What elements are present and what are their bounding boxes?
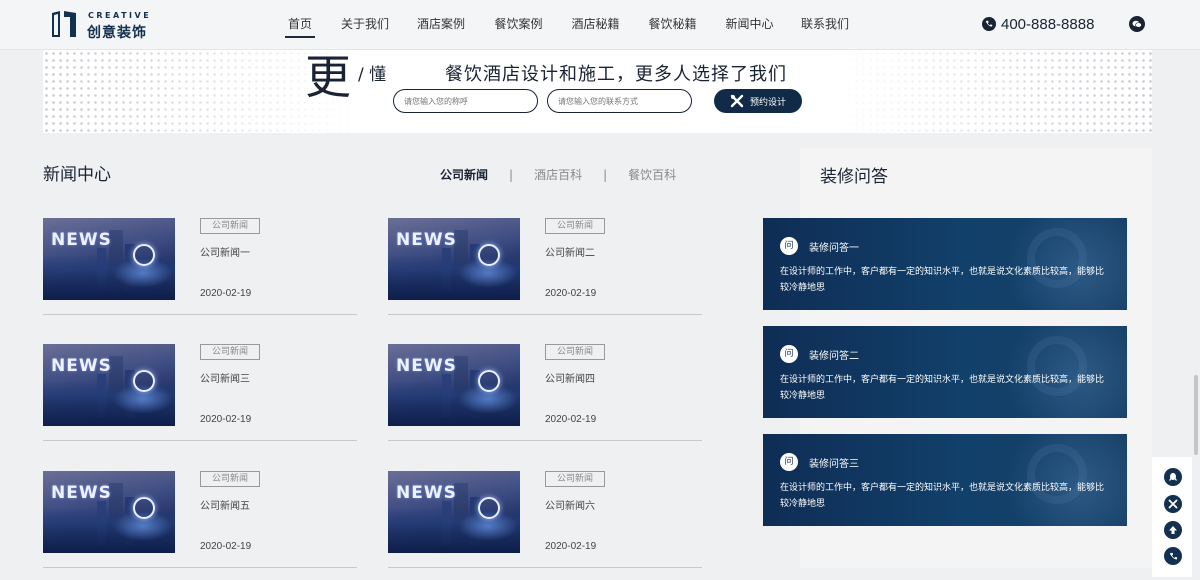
banner-pattern-right bbox=[832, 50, 1152, 133]
banner-big-character: 更 bbox=[305, 50, 351, 104]
news-thumbnail[interactable]: NEWS bbox=[388, 218, 520, 300]
nav-item-hotel-tips[interactable]: 酒店秘籍 bbox=[557, 0, 634, 50]
name-input[interactable] bbox=[393, 89, 538, 113]
news-title[interactable]: 公司新闻二 bbox=[545, 244, 595, 259]
logo-chinese-text: 创意装饰 bbox=[87, 25, 147, 41]
contact-input[interactable] bbox=[547, 89, 692, 113]
tab-separator: | bbox=[603, 167, 608, 182]
book-design-label: 预约设计 bbox=[749, 97, 786, 108]
tab-dining-wiki[interactable]: 餐饮百科 bbox=[628, 166, 676, 183]
news-item[interactable]: NEWS 公司新闻 公司新闻四 2020-02-19 bbox=[388, 344, 702, 441]
phone-icon[interactable] bbox=[1164, 547, 1182, 565]
news-item[interactable]: NEWS 公司新闻 公司新闻二 2020-02-19 bbox=[388, 218, 702, 315]
news-date: 2020-02-19 bbox=[545, 414, 597, 425]
thumbnail-text: NEWS bbox=[51, 230, 112, 250]
news-thumbnail[interactable]: NEWS bbox=[43, 471, 175, 553]
news-category-badge: 公司新闻 bbox=[545, 344, 605, 360]
question-badge: 问 bbox=[780, 345, 798, 363]
tab-company-news[interactable]: 公司新闻 bbox=[440, 166, 488, 183]
nav-item-dining-cases[interactable]: 餐饮案例 bbox=[480, 0, 557, 50]
question-badge: 问 bbox=[780, 453, 798, 471]
logo-mark-icon bbox=[52, 11, 76, 37]
page-scrollbar[interactable] bbox=[1194, 375, 1198, 455]
tools-icon[interactable] bbox=[1164, 495, 1182, 513]
news-category-badge: 公司新闻 bbox=[545, 218, 605, 234]
faq-card[interactable]: 问 装修问答一 在设计师的工作中，客户都有一定的知识水平，也就是说文化素质比较高… bbox=[763, 218, 1127, 310]
news-title[interactable]: 公司新闻六 bbox=[545, 497, 595, 512]
news-category-badge: 公司新闻 bbox=[545, 471, 605, 487]
faq-card[interactable]: 问 装修问答二 在设计师的工作中，客户都有一定的知识水平，也就是说文化素质比较高… bbox=[763, 326, 1127, 418]
nav-item-contact[interactable]: 联系我们 bbox=[788, 0, 862, 50]
news-thumbnail[interactable]: NEWS bbox=[388, 471, 520, 553]
news-title[interactable]: 公司新闻三 bbox=[200, 370, 250, 385]
nav-item-hotel-cases[interactable]: 酒店案例 bbox=[402, 0, 480, 50]
faq-section-title: 装修问答 bbox=[820, 167, 888, 187]
news-date: 2020-02-19 bbox=[545, 541, 597, 552]
back-to-top-icon[interactable] bbox=[1164, 521, 1182, 539]
qq-icon[interactable] bbox=[1164, 468, 1182, 486]
news-title[interactable]: 公司新闻五 bbox=[200, 497, 250, 512]
news-section-title: 新闻中心 bbox=[43, 165, 111, 185]
consultation-banner: 更 / 懂 餐饮酒店设计和施工，更多人选择了我们 预约设计 bbox=[43, 50, 1152, 133]
faq-card[interactable]: 问 装修问答三 在设计师的工作中，客户都有一定的知识水平，也就是说文化素质比较高… bbox=[763, 434, 1127, 526]
nav-item-home[interactable]: 首页 bbox=[272, 0, 328, 50]
question-badge: 问 bbox=[780, 237, 798, 255]
news-date: 2020-02-19 bbox=[200, 414, 252, 425]
faq-answer: 在设计师的工作中，客户都有一定的知识水平，也就是说文化素质比较高，能够比较冷静地… bbox=[780, 375, 1105, 401]
news-item[interactable]: NEWS 公司新闻 公司新闻一 2020-02-19 bbox=[43, 218, 357, 315]
news-date: 2020-02-19 bbox=[200, 288, 252, 299]
floating-toolbar bbox=[1152, 457, 1192, 577]
thumbnail-text: NEWS bbox=[396, 230, 457, 250]
news-category-badge: 公司新闻 bbox=[200, 218, 260, 234]
news-category-badge: 公司新闻 bbox=[200, 344, 260, 360]
tab-hotel-wiki[interactable]: 酒店百科 bbox=[534, 166, 582, 183]
news-ring-icon bbox=[133, 244, 155, 266]
wechat-icon[interactable] bbox=[1129, 16, 1145, 32]
news-item[interactable]: NEWS 公司新闻 公司新闻五 2020-02-19 bbox=[43, 471, 357, 568]
news-ring-icon bbox=[133, 497, 155, 519]
tools-icon bbox=[730, 94, 744, 108]
faq-panel: 装修问答 问 装修问答一 在设计师的工作中，客户都有一定的知识水平，也就是说文化… bbox=[763, 148, 1152, 568]
faq-question[interactable]: 装修问答二 bbox=[809, 347, 859, 362]
nav-item-about[interactable]: 关于我们 bbox=[328, 0, 402, 50]
hotline-number: 400-888-8888 bbox=[1001, 15, 1095, 33]
news-ring-icon bbox=[478, 244, 500, 266]
news-item[interactable]: NEWS 公司新闻 公司新闻六 2020-02-19 bbox=[388, 471, 702, 568]
nav-item-dining-tips[interactable]: 餐饮秘籍 bbox=[634, 0, 711, 50]
logo-english-text: CREATIVE bbox=[88, 11, 152, 20]
news-thumbnail[interactable]: NEWS bbox=[43, 218, 175, 300]
news-ring-icon bbox=[478, 497, 500, 519]
news-ring-icon bbox=[133, 370, 155, 392]
main-nav: 首页 关于我们 酒店案例 餐饮案例 酒店秘籍 餐饮秘籍 新闻中心 联系我们 bbox=[272, 0, 862, 50]
news-ring-icon bbox=[478, 370, 500, 392]
news-date: 2020-02-19 bbox=[545, 288, 597, 299]
thumbnail-text: NEWS bbox=[396, 356, 457, 376]
hotline[interactable]: 400-888-8888 bbox=[982, 13, 1094, 35]
news-title[interactable]: 公司新闻四 bbox=[545, 370, 595, 385]
nav-item-news[interactable]: 新闻中心 bbox=[711, 0, 788, 50]
thumbnail-text: NEWS bbox=[51, 483, 112, 503]
faq-question[interactable]: 装修问答三 bbox=[809, 455, 859, 470]
news-thumbnail[interactable]: NEWS bbox=[43, 344, 175, 426]
news-title[interactable]: 公司新闻一 bbox=[200, 244, 250, 259]
site-logo[interactable]: CREATIVE 创意装饰 bbox=[50, 9, 170, 41]
thumbnail-text: NEWS bbox=[51, 356, 112, 376]
faq-answer: 在设计师的工作中，客户都有一定的知识水平，也就是说文化素质比较高，能够比较冷静地… bbox=[780, 267, 1105, 293]
site-header: CREATIVE 创意装饰 首页 关于我们 酒店案例 餐饮案例 酒店秘籍 餐饮秘… bbox=[0, 0, 1200, 50]
news-category-badge: 公司新闻 bbox=[200, 471, 260, 487]
news-item[interactable]: NEWS 公司新闻 公司新闻三 2020-02-19 bbox=[43, 344, 357, 441]
tab-separator: | bbox=[509, 167, 514, 182]
book-design-button[interactable]: 预约设计 bbox=[714, 89, 802, 113]
faq-answer: 在设计师的工作中，客户都有一定的知识水平，也就是说文化素质比较高，能够比较冷静地… bbox=[780, 483, 1105, 509]
news-thumbnail[interactable]: NEWS bbox=[388, 344, 520, 426]
faq-question[interactable]: 装修问答一 bbox=[809, 239, 859, 254]
banner-slogan: 餐饮酒店设计和施工，更多人选择了我们 bbox=[445, 64, 787, 85]
banner-slash-character: / 懂 bbox=[358, 65, 387, 85]
thumbnail-text: NEWS bbox=[396, 483, 457, 503]
news-date: 2020-02-19 bbox=[200, 541, 252, 552]
news-tabs: 公司新闻 | 酒店百科 | 餐饮百科 bbox=[440, 166, 676, 183]
phone-icon bbox=[982, 17, 996, 31]
